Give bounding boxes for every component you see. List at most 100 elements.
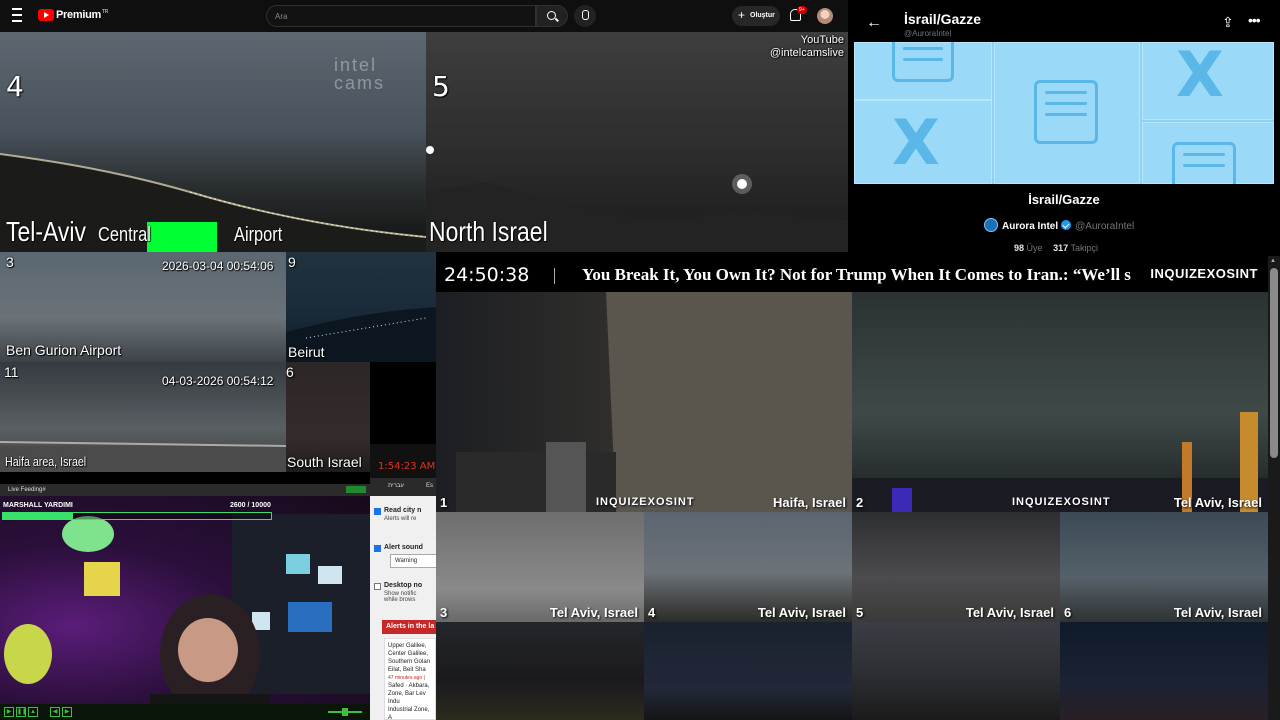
alert-sound-select[interactable]: Warning [390, 554, 436, 568]
search-icon[interactable] [536, 5, 568, 27]
scroll-up-icon[interactable]: ▲ [1270, 258, 1276, 264]
camera-number: 5 [432, 70, 450, 103]
camera-location: North Israel [429, 216, 548, 247]
more-options-icon[interactable]: ••• [1248, 12, 1261, 28]
document-icon [892, 42, 954, 82]
verified-badge-icon [1061, 220, 1072, 230]
create-button[interactable]: Oluştur [732, 6, 780, 26]
alert-card[interactable]: Upper Galilee, Center Galilee, Southern … [384, 638, 436, 720]
channel-credit: YouTube @intelcamslive [769, 34, 844, 59]
camera-location: Tel-Aviv [6, 216, 86, 247]
previous-icon[interactable]: ◀ [50, 707, 60, 717]
camera-number: 11 [4, 364, 19, 380]
multicam-tile: 5 Tel Aviv, Israel [852, 512, 1060, 622]
read-city-checkbox[interactable] [374, 508, 381, 515]
play-icon[interactable]: ▶ [4, 707, 14, 717]
camera-location: Tel Aviv, Israel [965, 605, 1054, 620]
camera-number: 6 [286, 364, 294, 380]
goal-progress-fill [3, 513, 73, 519]
camera-tile-beirut: 9 Beirut [286, 252, 436, 362]
camera-location: Tel Aviv, Israel [1173, 495, 1262, 510]
alert-clock: 1:54:23 AM [378, 461, 436, 472]
camera-location: South Israel [287, 454, 362, 470]
multicam-tile [644, 622, 852, 720]
tab-es[interactable]: Es [426, 483, 433, 489]
camera-number: 4 [6, 70, 24, 103]
community-stats[interactable]: 98 Üye 317 Takipçi [1014, 243, 1098, 253]
next-icon[interactable]: ▶ [62, 707, 72, 717]
red-alert-window: 1:54:23 AM עברית Es Read city n Alerts wi… [370, 444, 436, 720]
youtube-topbar: PremiumTR Ara Oluştur 9+ [0, 0, 848, 32]
up-icon[interactable]: ▲ [28, 707, 38, 717]
camera-location: Ben Gurion Airport [6, 342, 122, 358]
youtube-brand[interactable]: PremiumTR [56, 9, 108, 21]
avatar[interactable] [817, 8, 833, 24]
volume-slider[interactable] [328, 708, 362, 716]
camera-sublabel: Airport [234, 224, 283, 246]
x-logo-icon: X [892, 106, 940, 179]
news-ticker: You Break It, You Own It? Not for Trump … [582, 265, 1131, 284]
camera-location: Haifa, Israel [773, 495, 846, 510]
menu-icon[interactable] [12, 8, 30, 24]
multicam-tile: 3 Tel Aviv, Israel [436, 512, 644, 622]
share-icon[interactable]: ⇪ [1222, 14, 1234, 31]
inquizex-osint-logo: INQUIZEXOSINT [1012, 496, 1111, 508]
camera-location: Beirut [288, 344, 325, 360]
multicam-tile: 2 INQUIZEXOSINT Tel Aviv, Israel [852, 292, 1268, 512]
multicam-tile: 6 Tel Aviv, Israel [1060, 512, 1268, 622]
back-arrow-icon[interactable]: ← [866, 14, 882, 32]
streamer-webcam: Live Feeding# MARSHALL YARDIMI 2600 / 10… [0, 484, 370, 720]
camera-number: 6 [1064, 605, 1072, 620]
tel-aviv-skyline-image [852, 412, 1268, 512]
camera-location: Tel Aviv, Israel [549, 605, 638, 620]
scrollbar[interactable]: ▲ [1268, 256, 1280, 720]
camera-sublabel: Central [98, 224, 151, 246]
alert-window-header: 1:54:23 AM [370, 444, 436, 478]
camera-timestamp: 04-03-2026 00:54:12 [162, 374, 274, 388]
latest-alerts-header: Alerts in the la [382, 620, 436, 634]
camera-location: Tel Aviv, Israel [1173, 605, 1262, 620]
camera-number: 1 [440, 495, 448, 510]
player-controls: ▶ ❚❚ ▲ ◀ ▶ [0, 704, 370, 720]
alert-sound-checkbox[interactable] [374, 545, 381, 552]
community-handle: @AuroraIntel [904, 29, 952, 38]
camera-tile-ben-gurion: 3 2026-03-04 00:54:06 Ben Gurion Airport [0, 252, 286, 362]
multicam-tile: 1 INQUIZEXOSINT Haifa, Israel [436, 292, 852, 512]
camera-location: Haifa area, Israel [5, 454, 87, 469]
community-owner[interactable]: Aurora Intel @AuroraIntel [984, 218, 1134, 232]
pause-icon[interactable]: ❚❚ [16, 707, 27, 717]
community-name: İsrail/Gazze [1028, 192, 1100, 207]
youtube-logo-icon[interactable] [38, 9, 54, 21]
goal-progress-text: 2600 / 10000 [230, 502, 271, 509]
microphone-icon[interactable] [574, 5, 596, 27]
camera-tile-haifa-area: 11 04-03-2026 00:54:12 Haifa area, Israe… [0, 362, 286, 472]
multicam-stream: 24:50:38 You Break It, You Own It? Not f… [436, 256, 1268, 720]
camera-number: 4 [648, 605, 656, 620]
tab-hebrew[interactable]: עברית [388, 483, 404, 489]
search-input[interactable]: Ara [266, 5, 536, 27]
goal-progress-bar [2, 512, 272, 520]
camera-tile-north-israel: 5 YouTube @intelcamslive North Israel [426, 32, 848, 252]
desktop-notifications-option: Desktop no Show notific while brows [384, 582, 423, 603]
owner-avatar[interactable] [984, 218, 998, 232]
watermark: intel cams [334, 55, 386, 93]
read-city-option: Read city n Alerts will re [384, 507, 422, 522]
camera-number: 9 [288, 254, 296, 270]
alert-sound-option: Alert sound [384, 544, 423, 551]
stream-clock: 24:50:38 [444, 264, 530, 286]
camera-number: 5 [856, 605, 864, 620]
camera-number: 3 [440, 605, 448, 620]
inquizex-osint-logo: INQUIZEXOSINT [596, 496, 695, 508]
x-logo-icon: X [1176, 42, 1224, 111]
scrollbar-thumb[interactable] [1270, 268, 1278, 458]
camera-timestamp: 2026-03-04 00:54:06 [162, 259, 274, 273]
document-icon [1034, 80, 1098, 144]
camera-number: 2 [856, 495, 864, 510]
notification-badge: 9+ [797, 6, 807, 14]
multicam-tile [852, 622, 1060, 720]
multicam-tile [1060, 622, 1268, 720]
haifa-building-image [456, 292, 852, 512]
inquizex-osint-logo: INQUIZEXOSINT [1146, 266, 1262, 281]
desktop-notifications-checkbox[interactable] [374, 583, 381, 590]
language-tabs: עברית Es [370, 478, 436, 496]
